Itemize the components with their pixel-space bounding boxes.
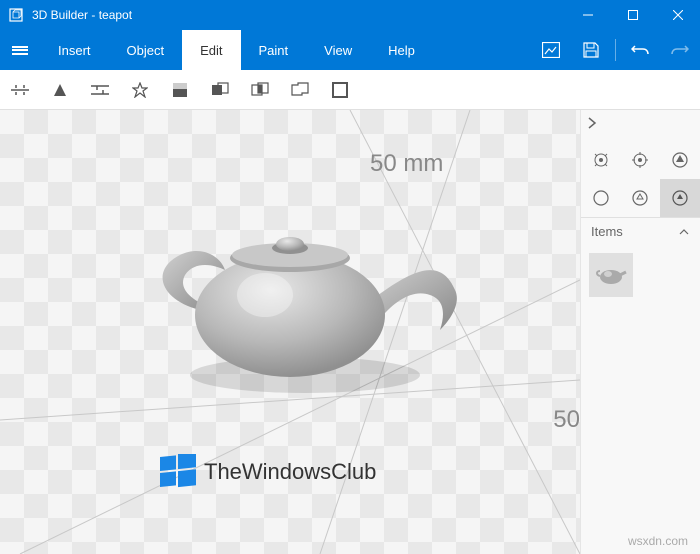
items-list bbox=[581, 245, 700, 305]
merge-tool[interactable] bbox=[200, 70, 240, 110]
simplify-tool[interactable] bbox=[40, 70, 80, 110]
tab-edit-label: Edit bbox=[200, 43, 222, 58]
mode-tool-4[interactable] bbox=[581, 179, 621, 217]
windows-logo-icon bbox=[160, 454, 196, 490]
mode-tool-6[interactable] bbox=[660, 179, 700, 217]
tab-paint-label: Paint bbox=[259, 43, 289, 58]
window-title: 3D Builder - teapot bbox=[32, 8, 565, 22]
chevron-up-icon bbox=[678, 228, 690, 236]
item-thumbnail-teapot[interactable] bbox=[589, 253, 633, 297]
tab-object[interactable]: Object bbox=[109, 30, 183, 70]
3d-viewport[interactable]: 50 mm 50 bbox=[0, 110, 580, 554]
save-button[interactable] bbox=[571, 30, 611, 70]
image-button[interactable] bbox=[531, 30, 571, 70]
mode-tool-1[interactable] bbox=[581, 141, 621, 179]
titlebar: 3D Builder - teapot bbox=[0, 0, 700, 30]
tab-insert-label: Insert bbox=[58, 43, 91, 58]
tab-object-label: Object bbox=[127, 43, 165, 58]
smooth-tool[interactable] bbox=[80, 70, 120, 110]
dimension-label-y: 50 bbox=[553, 406, 580, 434]
split-tool[interactable] bbox=[0, 70, 40, 110]
watermark-text: TheWindowsClub bbox=[204, 459, 376, 485]
tab-view-label: View bbox=[324, 43, 352, 58]
side-panel: Items bbox=[580, 110, 700, 554]
mode-tool-5[interactable] bbox=[621, 179, 661, 217]
mode-tool-2[interactable] bbox=[621, 141, 661, 179]
source-watermark: wsxdn.com bbox=[628, 534, 688, 548]
intersect-tool[interactable] bbox=[240, 70, 280, 110]
hollow-tool[interactable] bbox=[160, 70, 200, 110]
teapot-model[interactable] bbox=[130, 200, 470, 400]
mode-tool-3[interactable] bbox=[660, 141, 700, 179]
collapse-panel-button[interactable] bbox=[581, 110, 700, 141]
items-label: Items bbox=[591, 224, 623, 239]
watermark: TheWindowsClub bbox=[160, 454, 376, 490]
maximize-button[interactable] bbox=[610, 0, 655, 30]
edit-toolbar bbox=[0, 70, 700, 110]
dimension-label-x: 50 mm bbox=[370, 150, 443, 178]
subtract-tool[interactable] bbox=[280, 70, 320, 110]
tab-insert[interactable]: Insert bbox=[40, 30, 109, 70]
app-icon bbox=[8, 7, 24, 23]
extrude-tool[interactable] bbox=[320, 70, 360, 110]
undo-button[interactable] bbox=[620, 30, 660, 70]
close-button[interactable] bbox=[655, 0, 700, 30]
tab-help[interactable]: Help bbox=[370, 30, 433, 70]
minimize-button[interactable] bbox=[565, 0, 610, 30]
tab-paint[interactable]: Paint bbox=[241, 30, 307, 70]
menubar: Insert Object Edit Paint View Help bbox=[0, 30, 700, 70]
items-header[interactable]: Items bbox=[581, 217, 700, 245]
tab-view[interactable]: View bbox=[306, 30, 370, 70]
redo-button[interactable] bbox=[660, 30, 700, 70]
emboss-tool[interactable] bbox=[120, 70, 160, 110]
tab-edit[interactable]: Edit bbox=[182, 30, 240, 70]
menu-divider bbox=[615, 39, 616, 61]
hamburger-menu-button[interactable] bbox=[0, 30, 40, 70]
tab-help-label: Help bbox=[388, 43, 415, 58]
